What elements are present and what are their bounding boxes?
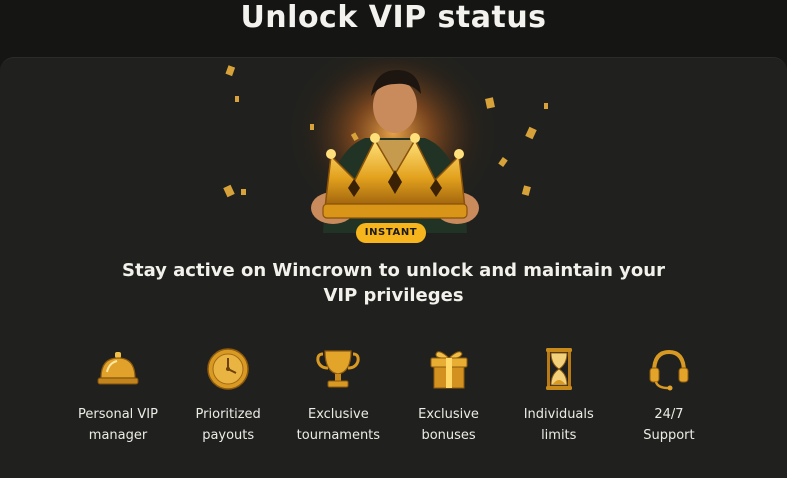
promo-headline: Stay active on Wincrown to unlock and ma… bbox=[122, 260, 665, 306]
feature-label: Exclusive tournaments bbox=[296, 407, 381, 443]
headset-icon bbox=[649, 349, 689, 391]
gift-box-icon bbox=[430, 351, 468, 389]
service-bell-icon bbox=[97, 352, 139, 385]
clock-icon bbox=[207, 348, 249, 390]
vip-promo-card: INSTANT Stay active on Wincrown to unloc… bbox=[0, 57, 787, 478]
hero-illustration bbox=[223, 58, 548, 243]
feature-exclusive-bonuses: Exclusive bonuses bbox=[399, 346, 499, 446]
feature-prioritized-payouts: Prioritized payouts bbox=[178, 346, 278, 446]
feature-list: Personal VIP manager Prioritized payouts… bbox=[68, 346, 719, 446]
feature-label: Prioritized payouts bbox=[195, 407, 261, 443]
feature-support: 24/7 Support bbox=[619, 346, 719, 446]
page-title: Unlock VIP status bbox=[240, 0, 547, 35]
feature-label: 24/7 Support bbox=[643, 407, 695, 443]
feature-label: Exclusive bonuses bbox=[418, 407, 479, 443]
feature-personal-vip-manager: Personal VIP manager bbox=[68, 346, 168, 446]
feature-exclusive-tournaments: Exclusive tournaments bbox=[288, 346, 388, 446]
feature-individual-limits: Individuals limits bbox=[509, 346, 609, 446]
feature-label: Personal VIP manager bbox=[78, 407, 158, 443]
instant-badge: INSTANT bbox=[356, 223, 426, 243]
hourglass-icon bbox=[545, 348, 572, 390]
feature-label: Individuals limits bbox=[523, 407, 594, 443]
trophy-icon bbox=[316, 350, 361, 388]
